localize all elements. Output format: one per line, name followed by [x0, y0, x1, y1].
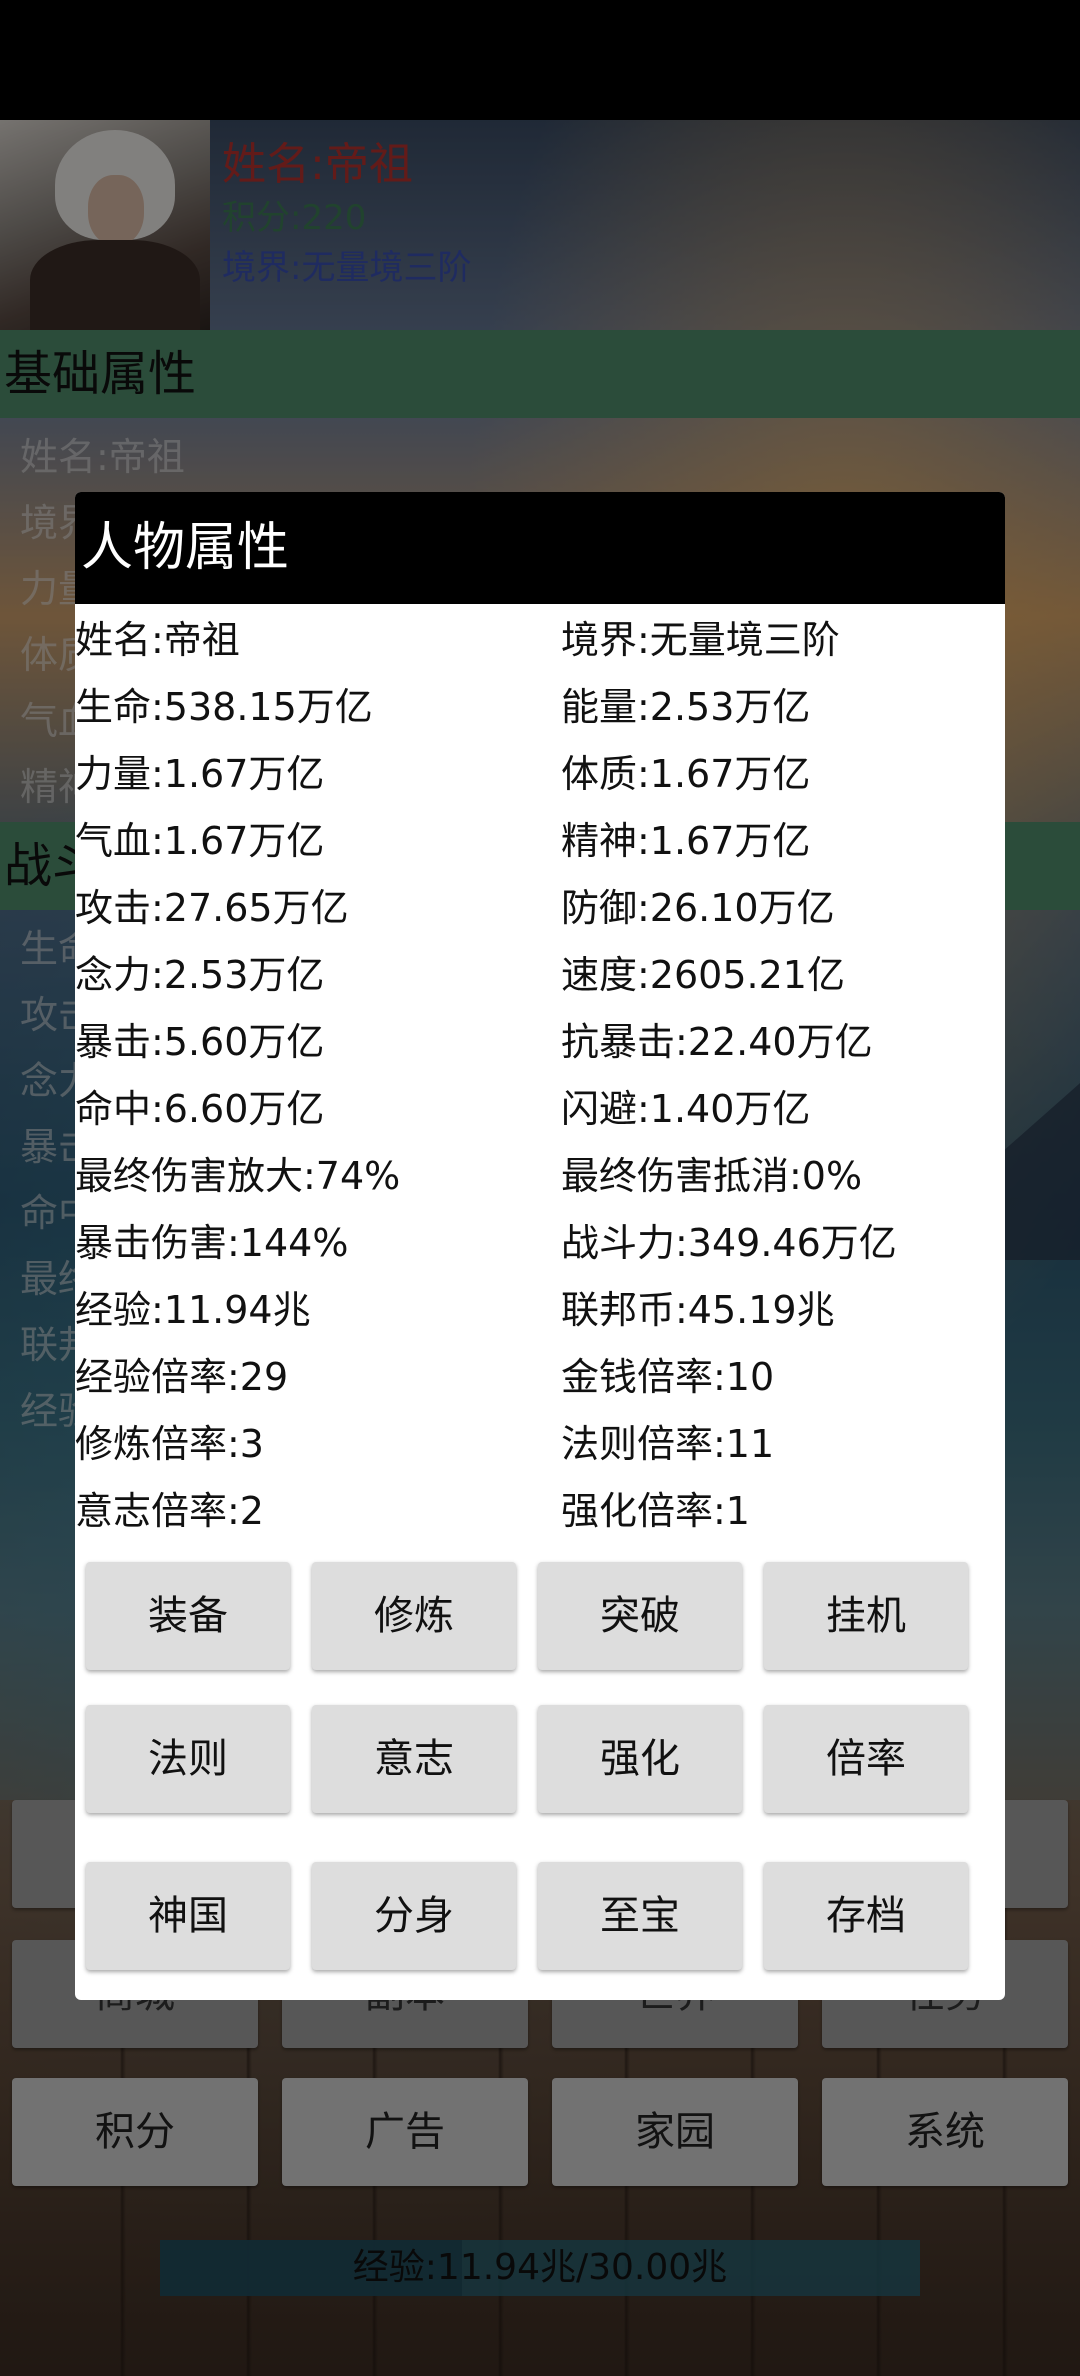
dialog-title: 人物属性	[75, 492, 1005, 604]
treasure-button[interactable]: 至宝	[538, 1862, 742, 1970]
breakthrough-button[interactable]: 突破	[538, 1562, 742, 1670]
stat-right: 速度:2605.21亿	[561, 953, 845, 997]
cultivate-button[interactable]: 修炼	[312, 1562, 516, 1670]
clone-button[interactable]: 分身	[312, 1862, 516, 1970]
stat-right: 最终伤害抵消:0%	[561, 1154, 863, 1198]
stat-left: 气血:1.67万亿	[75, 819, 325, 863]
stat-left: 修炼倍率:3	[75, 1422, 264, 1466]
character-attributes-dialog: 人物属性 姓名:帝祖 境界:无量境三阶 生命:538.15万亿 能量:2.53万…	[75, 492, 1005, 2000]
stat-right: 法则倍率:11	[561, 1422, 775, 1466]
stat-right: 精神:1.67万亿	[561, 819, 811, 863]
will-button[interactable]: 意志	[312, 1705, 516, 1813]
stat-left: 念力:2.53万亿	[75, 953, 325, 997]
stat-right: 抗暴击:22.40万亿	[561, 1020, 873, 1064]
app-screen: 姓名:帝祖 积分:220 境界:无量境三阶 基础属性 姓名:帝祖 境界 力量 体…	[0, 0, 1080, 2376]
stat-left: 力量:1.67万亿	[75, 752, 325, 796]
stat-left: 姓名:帝祖	[75, 618, 240, 662]
idle-button[interactable]: 挂机	[764, 1562, 968, 1670]
stat-right: 战斗力:349.46万亿	[561, 1221, 897, 1265]
multiplier-button[interactable]: 倍率	[764, 1705, 968, 1813]
stat-left: 攻击:27.65万亿	[75, 886, 349, 930]
stat-left: 意志倍率:2	[75, 1489, 264, 1533]
equipment-button[interactable]: 装备	[86, 1562, 290, 1670]
stat-left: 最终伤害放大:74%	[75, 1154, 401, 1198]
stat-right: 闪避:1.40万亿	[561, 1087, 811, 1131]
status-bar	[0, 0, 1080, 120]
stat-right: 体质:1.67万亿	[561, 752, 811, 796]
stat-left: 命中:6.60万亿	[75, 1087, 325, 1131]
stat-left: 暴击伤害:144%	[75, 1221, 349, 1265]
stat-right: 强化倍率:1	[561, 1489, 750, 1533]
enhance-button[interactable]: 强化	[538, 1705, 742, 1813]
law-button[interactable]: 法则	[86, 1705, 290, 1813]
stat-right: 防御:26.10万亿	[561, 886, 835, 930]
stat-right: 能量:2.53万亿	[561, 685, 811, 729]
stat-left: 暴击:5.60万亿	[75, 1020, 325, 1064]
stat-left: 生命:538.15万亿	[75, 685, 373, 729]
stat-left: 经验:11.94兆	[75, 1288, 311, 1332]
stat-right: 境界:无量境三阶	[561, 618, 840, 662]
stat-right: 金钱倍率:10	[561, 1355, 775, 1399]
stat-right: 联邦币:45.19兆	[561, 1288, 835, 1332]
save-button[interactable]: 存档	[764, 1862, 968, 1970]
stat-left: 经验倍率:29	[75, 1355, 289, 1399]
divine-kingdom-button[interactable]: 神国	[86, 1862, 290, 1970]
